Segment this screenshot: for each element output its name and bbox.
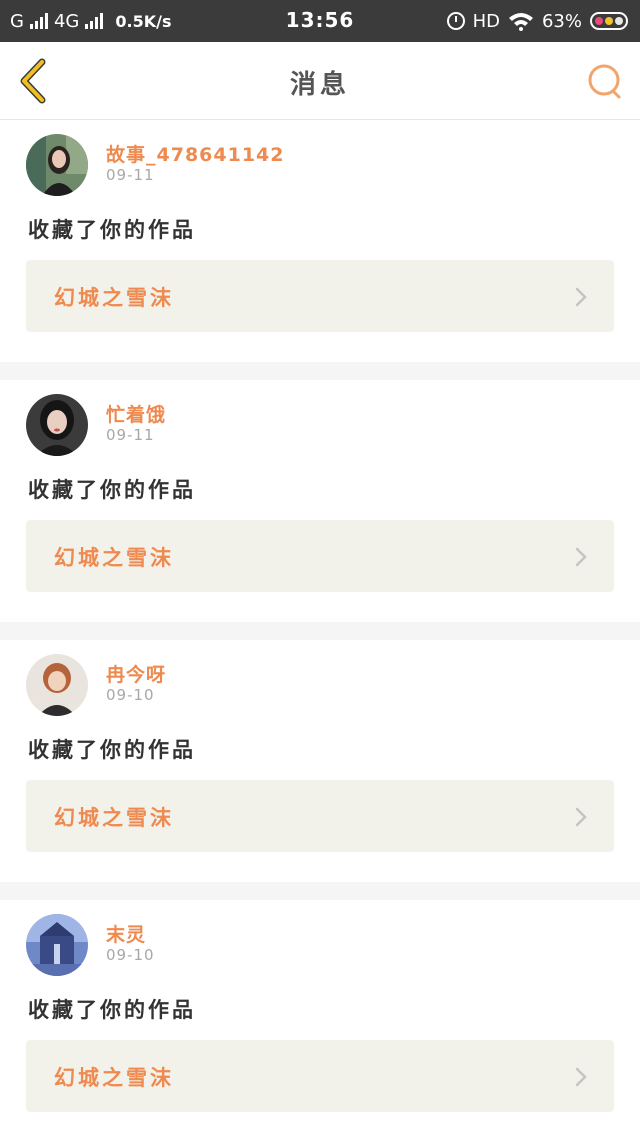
message-action: 收藏了你的作品 (28, 478, 196, 502)
hd-label: HD (472, 10, 500, 32)
chevron-right-icon (575, 287, 587, 307)
work-link[interactable]: 幻城之雪沫 (26, 1040, 614, 1112)
message-card: 故事_478641142 09-11 收藏了你的作品 幻城之雪沫 (0, 120, 640, 362)
message-action: 收藏了你的作品 (28, 738, 196, 762)
chevron-right-icon (575, 1067, 587, 1087)
username[interactable]: 忙着饿 (106, 400, 166, 427)
work-title: 幻城之雪沫 (54, 806, 174, 830)
message-card: 冉今呀 09-10 收藏了你的作品 幻城之雪沫 (0, 640, 640, 882)
wifi-icon (508, 13, 533, 31)
message-card: 末灵 09-10 收藏了你的作品 幻城之雪沫 (0, 900, 640, 1138)
message-date: 09-11 (106, 426, 155, 444)
username[interactable]: 冉今呀 (106, 660, 166, 687)
work-title: 幻城之雪沫 (54, 546, 174, 570)
message-card: 忙着饿 09-11 收藏了你的作品 幻城之雪沫 (0, 380, 640, 622)
work-title: 幻城之雪沫 (54, 1066, 174, 1090)
work-link[interactable]: 幻城之雪沫 (26, 520, 614, 592)
nav-bar: 消息 (0, 42, 640, 120)
page-title: 消息 (289, 70, 350, 100)
avatar[interactable] (26, 134, 88, 196)
message-action: 收藏了你的作品 (28, 998, 196, 1022)
avatar[interactable] (26, 914, 88, 976)
status-right: HD 63% (446, 8, 628, 34)
avatar[interactable] (26, 394, 88, 456)
work-title: 幻城之雪沫 (54, 286, 174, 310)
work-link[interactable]: 幻城之雪沫 (26, 780, 614, 852)
message-date: 09-10 (106, 946, 155, 964)
message-action: 收藏了你的作品 (28, 218, 196, 242)
battery-percent: 63% (541, 10, 582, 32)
chevron-right-icon (575, 807, 587, 827)
chevron-right-icon (575, 547, 587, 567)
avatar[interactable] (26, 654, 88, 716)
username[interactable]: 故事_478641142 (106, 140, 284, 167)
battery-icon (590, 12, 628, 30)
message-date: 09-11 (106, 166, 155, 184)
search-icon[interactable] (586, 62, 624, 100)
alarm-icon (446, 12, 465, 30)
username[interactable]: 末灵 (106, 920, 146, 947)
message-date: 09-10 (106, 686, 155, 704)
work-link[interactable]: 幻城之雪沫 (26, 260, 614, 332)
status-bar: G 4G 0.5K/s 13:56 HD 63% (0, 0, 640, 42)
